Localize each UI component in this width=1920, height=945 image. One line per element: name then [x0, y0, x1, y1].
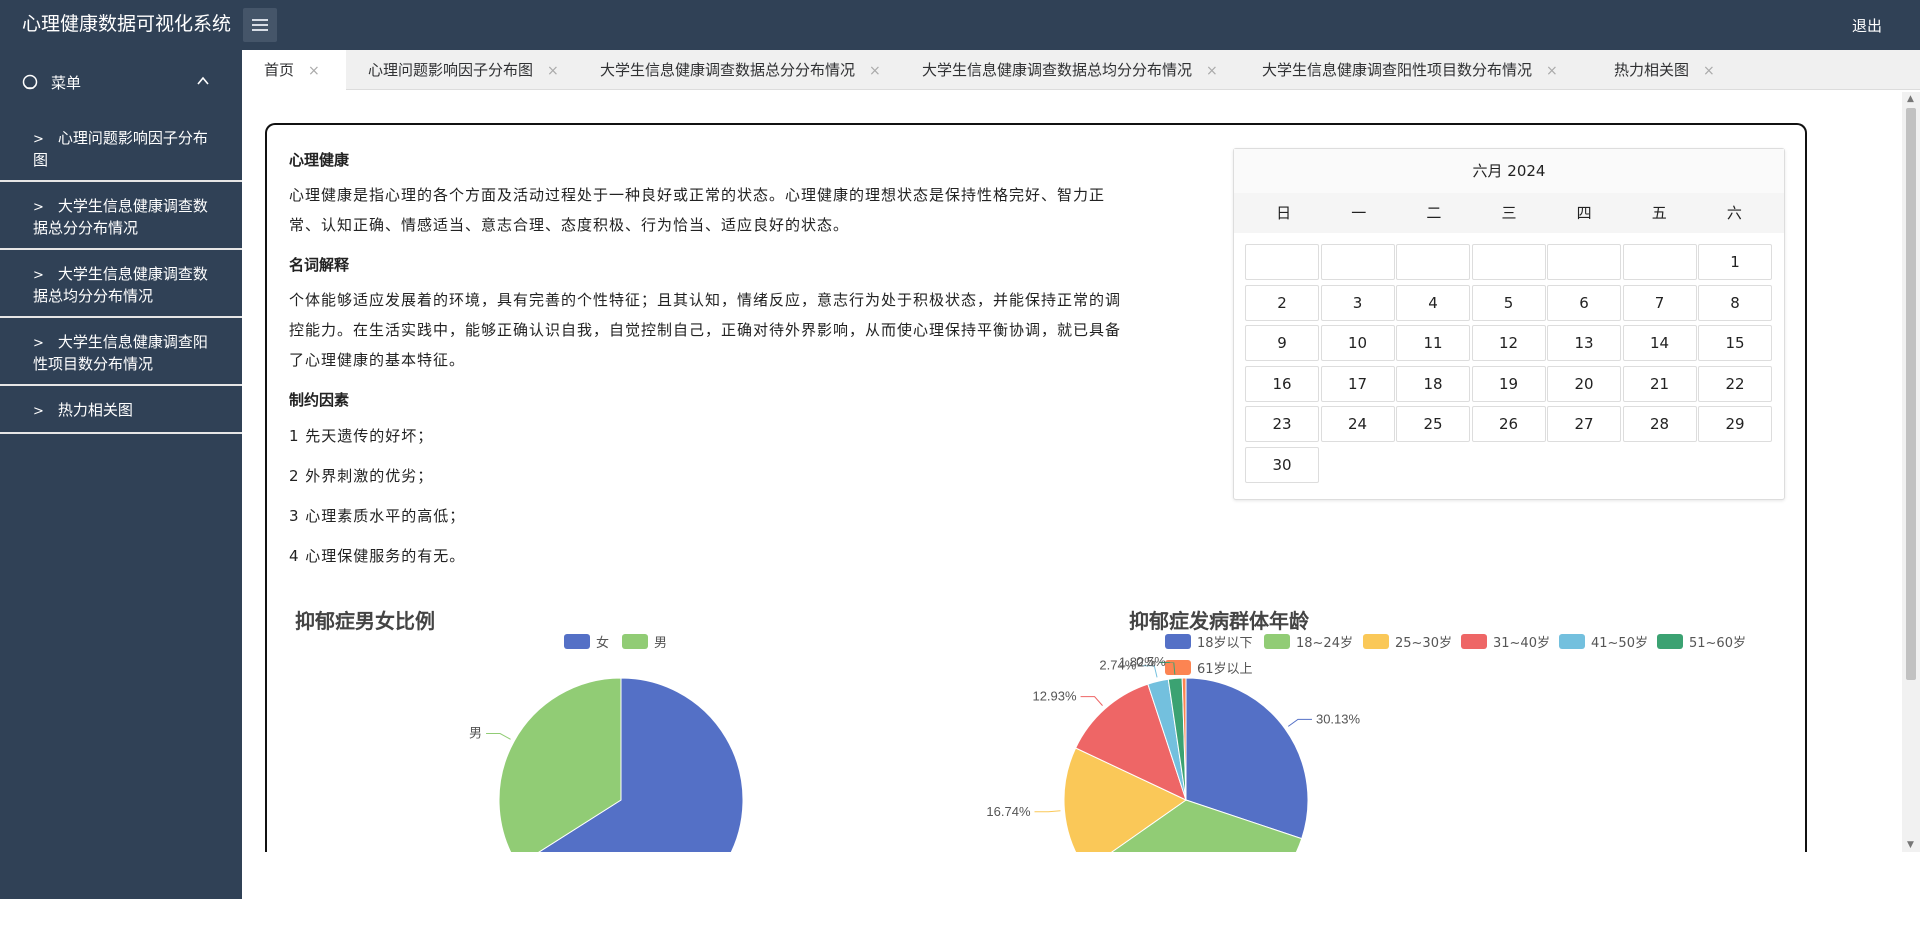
top-bar: 心理健康数据可视化系统 退出 [0, 0, 1920, 50]
hamburger-menu-icon[interactable] [243, 8, 277, 42]
close-icon[interactable]: × [547, 63, 559, 79]
sidebar-item-mean-score[interactable]: > 大学生信息健康调查数据总均分分布情况 [0, 250, 242, 318]
chevron-right-icon: > [33, 268, 44, 283]
logout-button[interactable]: 退出 [1852, 15, 1882, 36]
scroll-up-icon[interactable]: ▲ [1907, 94, 1914, 104]
chevron-up-icon[interactable] [196, 74, 210, 88]
tab-home[interactable]: 首页 × [242, 50, 346, 90]
label-line [1169, 661, 1185, 675]
chevron-right-icon: > [33, 336, 44, 351]
tab-label: 大学生信息健康调查数据总分分布情况 [600, 61, 856, 79]
sidebar-item-factor-distribution[interactable]: > 心理问题影响因子分布图 [0, 114, 242, 182]
tab-label: 大学生信息健康调查数据总均分分布情况 [922, 61, 1193, 79]
tab-label: 心理问题影响因子分布图 [368, 61, 534, 79]
tab-label: 大学生信息健康调查阳性项目数分布情况 [1262, 61, 1533, 79]
tab-bar: 首页 × 心理问题影响因子分布图 × 大学生信息健康调查数据总分分布情况 × 大学生信… [242, 50, 1920, 90]
sidebar-item-label: 大学生信息健康调查数据总分分布情况 [33, 197, 208, 237]
close-icon[interactable]: × [308, 63, 320, 79]
sidebar-item-label: 大学生信息健康调查阳性项目数分布情况 [33, 333, 208, 373]
label-line [1080, 696, 1103, 706]
sidebar-item-label: 热力相关图 [57, 401, 133, 419]
slice-label: 16.74% [986, 804, 1031, 819]
tab-mean-score[interactable]: 大学生信息健康调查数据总均分分布情况 × [900, 50, 1218, 90]
slice-label: 30.13% [1316, 711, 1361, 726]
close-icon[interactable]: × [1546, 63, 1558, 79]
tab-total-score[interactable]: 大学生信息健康调查数据总分分布情况 × [578, 50, 881, 90]
label-line [486, 733, 511, 740]
close-icon[interactable]: × [1206, 63, 1218, 79]
sidebar-item-heatmap[interactable]: > 热力相关图 [0, 386, 242, 434]
chevron-right-icon: > [33, 200, 44, 215]
label-line [1287, 718, 1312, 727]
sidebar-item-total-score[interactable]: > 大学生信息健康调查数据总分分布情况 [0, 182, 242, 250]
chevron-right-icon: > [33, 404, 44, 419]
sidebar-item-label: 心理问题影响因子分布图 [33, 129, 208, 169]
slice-label: 12.93% [1032, 689, 1077, 704]
tab-label: 首页 [264, 61, 295, 79]
sidebar-item-positive-items[interactable]: > 大学生信息健康调查阳性项目数分布情况 [0, 318, 242, 386]
sidebar-menu-header[interactable]: 菜单 [0, 50, 242, 114]
pie-charts: 男30.13%16.74%12.93%2.74%1.82%0.5% [469, 654, 1361, 863]
label-line [1034, 810, 1061, 813]
tab-heatmap[interactable]: 热力相关图 × [1592, 50, 1715, 90]
chevron-right-icon: > [33, 132, 44, 147]
sidebar: 菜单 > 心理问题影响因子分布图 > 大学生信息健康调查数据总分分布情况 > 大学生信… [0, 50, 242, 899]
tab-label: 热力相关图 [1614, 61, 1690, 79]
app-title: 心理健康数据可视化系统 [22, 13, 232, 35]
content-card: 心理健康 心理健康是指心理的各个方面及活动过程处于一种良好或正常的状态。心理健康… [265, 123, 1807, 863]
scrollbar-thumb[interactable] [1906, 108, 1916, 680]
sidebar-menu-label: 菜单 [51, 73, 82, 92]
close-icon[interactable]: × [1703, 63, 1715, 79]
bottom-area [242, 852, 1920, 945]
slice-label: 男 [469, 726, 482, 741]
slice-label: 0.5% [1136, 654, 1166, 669]
close-icon[interactable]: × [869, 63, 881, 79]
sidebar-item-label: 大学生信息健康调查数据总均分分布情况 [33, 265, 208, 305]
tab-positive-items[interactable]: 大学生信息健康调查阳性项目数分布情况 × [1240, 50, 1558, 90]
tab-factor-distribution[interactable]: 心理问题影响因子分布图 × [346, 50, 559, 90]
scroll-down-icon[interactable]: ▼ [1907, 840, 1914, 850]
page-scrollbar[interactable]: ▲ ▼ [1902, 92, 1920, 852]
menu-icon [22, 74, 38, 90]
